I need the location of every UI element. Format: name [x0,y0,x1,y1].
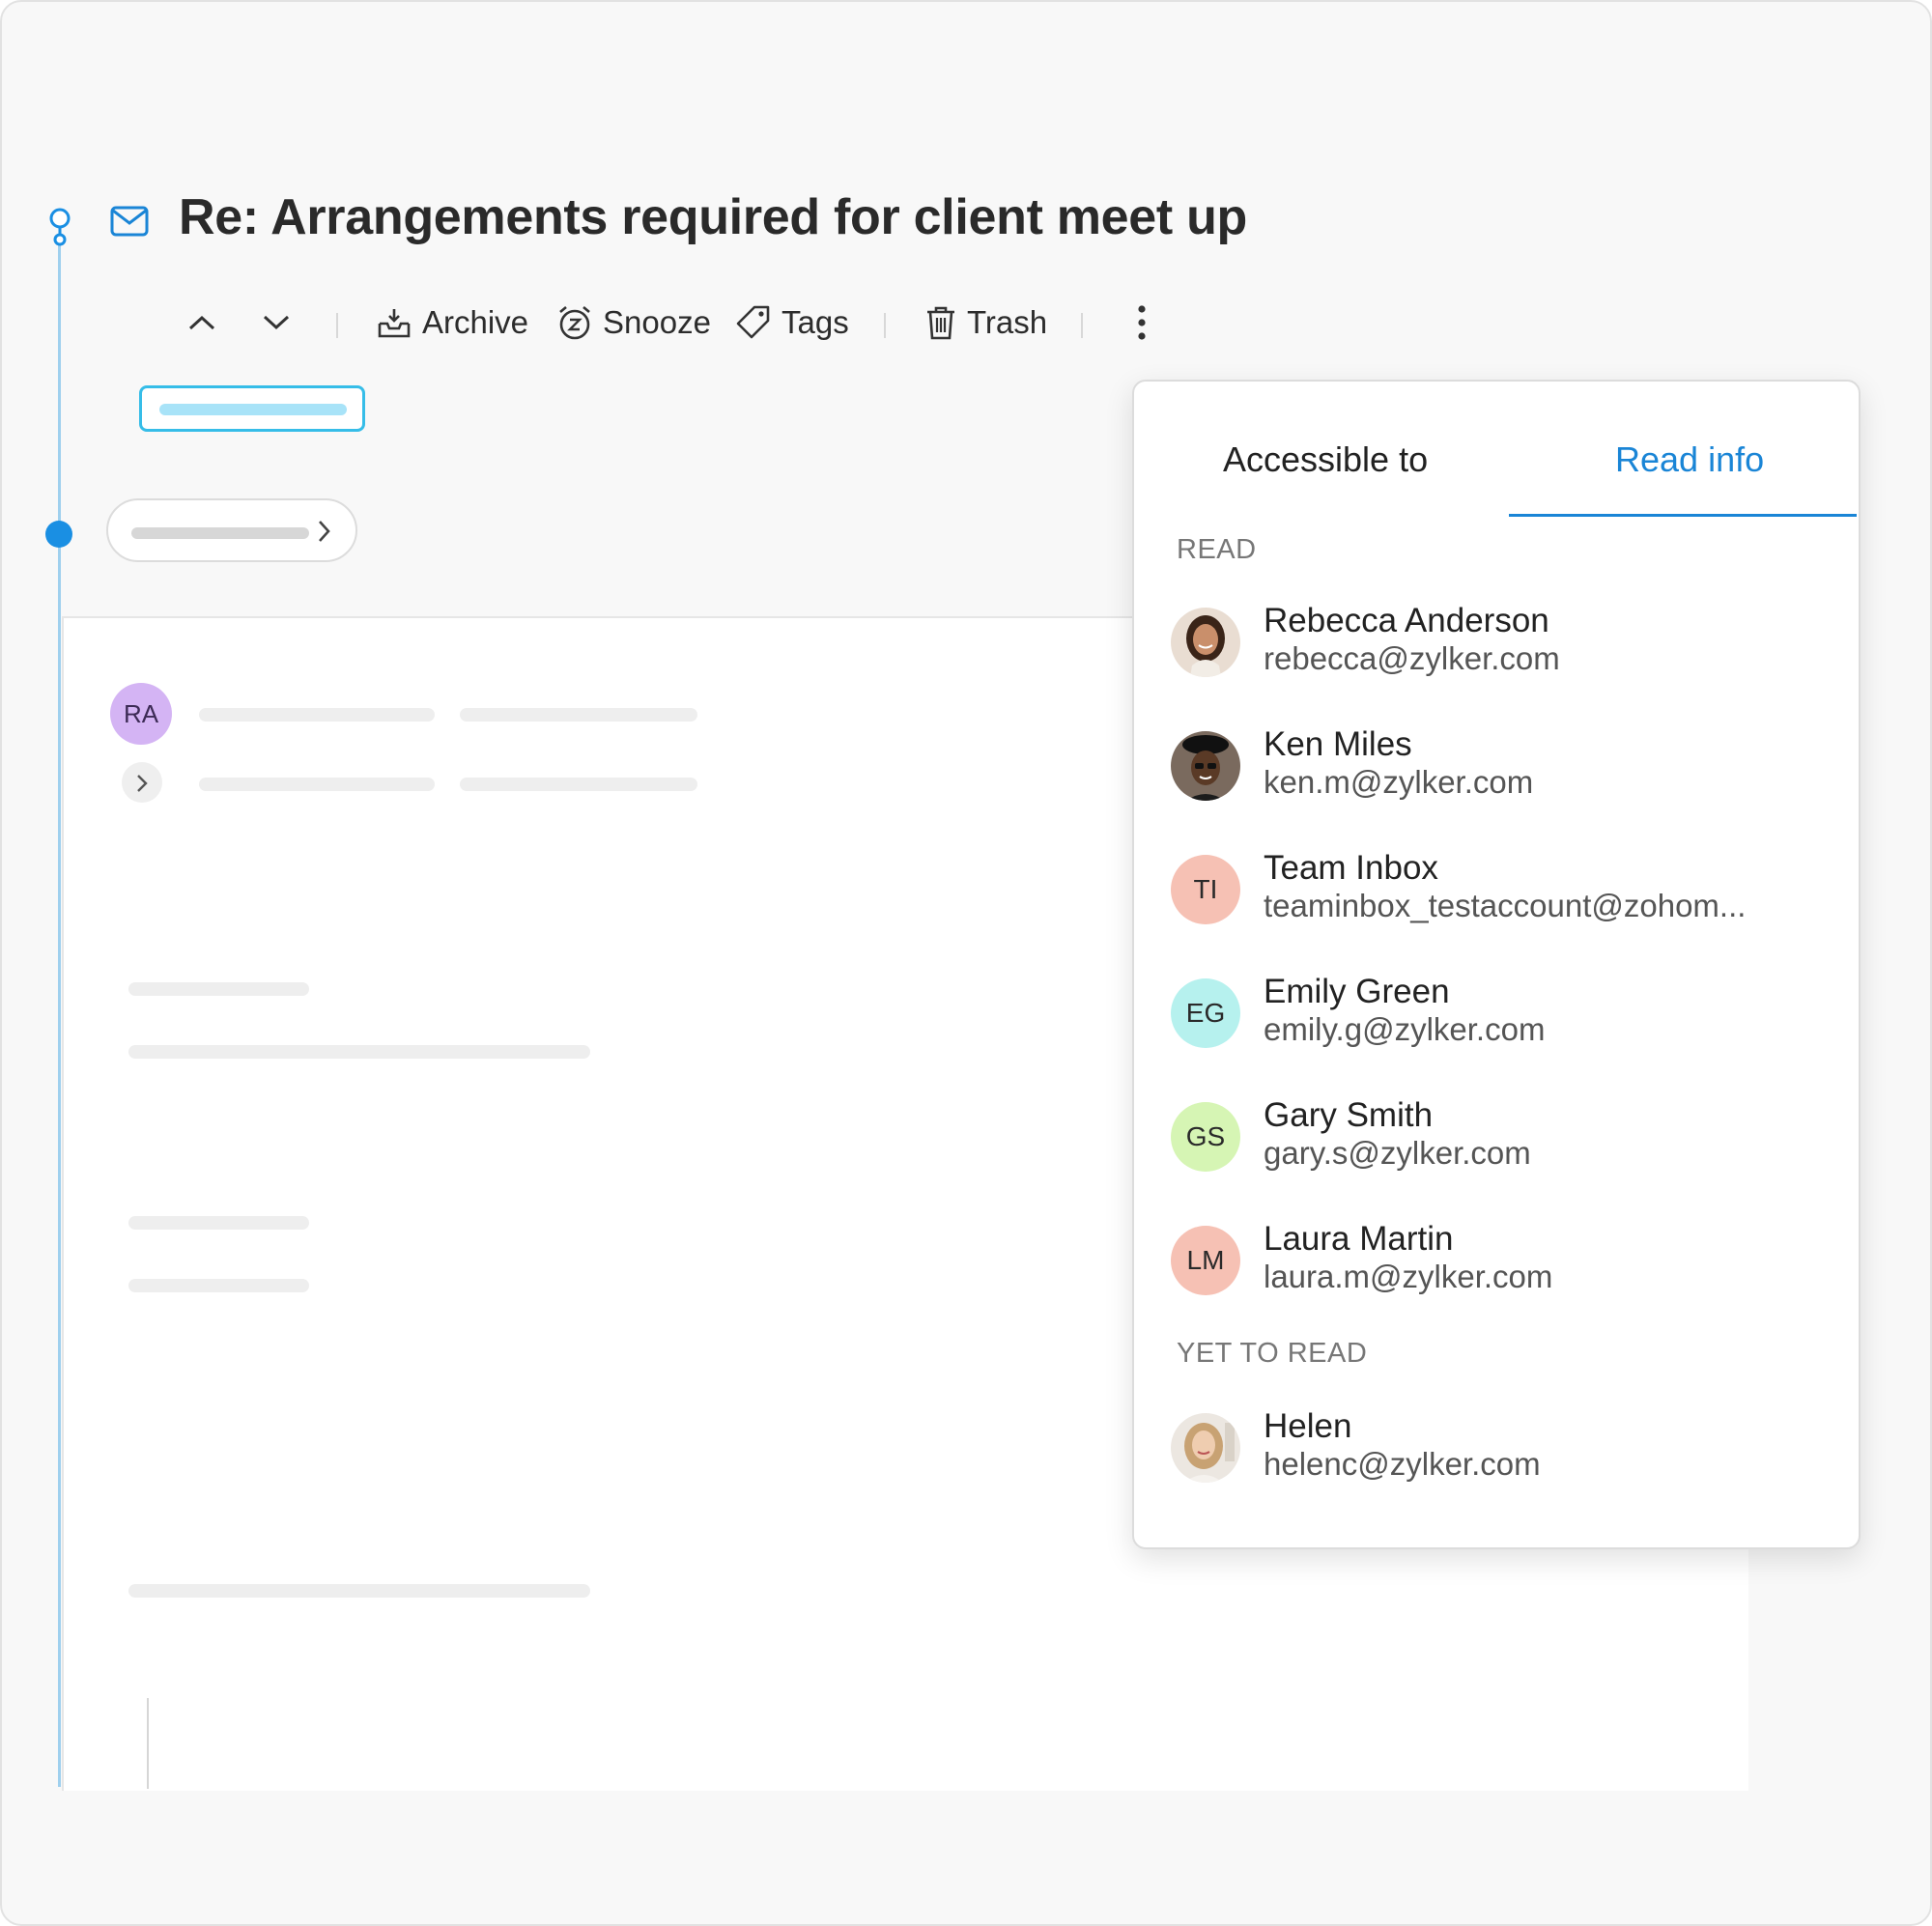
read-info-popover: Accessible to Read info READ Rebecca And… [1132,380,1861,1549]
yet-to-read-section-heading: YET TO READ [1177,1338,1368,1369]
skeleton-line [128,1279,309,1292]
reader-name: Gary Smith [1264,1096,1434,1134]
quoted-text-bar [147,1698,149,1789]
chevron-right-icon [319,521,330,542]
avatar [1171,731,1240,801]
active-tab-indicator [1509,514,1857,517]
avatar: LM [1171,1226,1240,1295]
skeleton-line [128,1584,590,1598]
reader-item[interactable]: Rebecca Anderson rebecca@zylker.com [1171,600,1847,687]
trash-button[interactable]: Trash [924,296,1047,350]
reader-item[interactable]: TI Team Inbox teaminbox_testaccount@zoho… [1171,847,1847,934]
tag-icon [736,305,770,339]
toolbar-divider [336,313,338,338]
trash-label: Trash [967,304,1048,340]
chevron-down-icon [263,315,290,330]
archive-icon [378,309,411,338]
avatar: TI [1171,855,1240,924]
chevron-up-icon [188,315,215,330]
skeleton-line [128,1216,309,1230]
trash-icon [927,306,954,340]
read-section-heading: READ [1177,534,1257,565]
tags-button[interactable]: Tags [735,296,849,350]
timeline-start-icon [49,208,71,246]
recipient-name: Helen [1264,1407,1352,1445]
snooze-label: Snooze [603,304,711,340]
reader-name: Rebecca Anderson [1264,602,1549,639]
reader-email: emily.g@zylker.com [1264,1011,1546,1047]
sender-avatar[interactable]: RA [110,683,172,745]
thread-timeline [58,241,61,1787]
mail-thread-view: Re: Arrangements required for client mee… [0,0,1932,1926]
previous-thread-button[interactable] [187,296,216,350]
reader-name: Team Inbox [1264,849,1438,887]
more-vertical-icon [1138,305,1146,340]
more-actions-button[interactable] [1136,296,1148,350]
toolbar-divider [884,313,886,338]
expand-details-button[interactable] [122,762,162,803]
archive-button[interactable]: Archive [376,296,528,350]
reader-name: Laura Martin [1264,1220,1454,1258]
unread-recipient-item[interactable]: Helen helenc@zylker.com [1171,1405,1847,1492]
archive-label: Archive [422,304,529,340]
reader-name: Emily Green [1264,973,1450,1010]
next-thread-button[interactable] [262,296,291,350]
avatar: GS [1171,1102,1240,1172]
reader-item[interactable]: Ken Miles ken.m@zylker.com [1171,723,1847,810]
snooze-button[interactable]: Snooze [556,296,711,350]
tab-read-info[interactable]: Read info [1615,439,1764,480]
avatar [1171,608,1240,677]
skeleton-line [128,982,309,996]
reader-email: gary.s@zylker.com [1264,1135,1531,1171]
mail-icon [110,206,149,237]
snooze-clock-icon [559,306,590,340]
skeleton-line [199,708,435,722]
skeleton-line [128,1045,590,1059]
chevron-right-icon [137,775,148,792]
tab-accessible-to[interactable]: Accessible to [1223,439,1428,480]
skeleton-line [460,708,697,722]
reader-email: ken.m@zylker.com [1264,764,1534,800]
conversation-pill-placeholder[interactable] [106,498,357,562]
timeline-message-dot [45,521,72,548]
reader-email: rebecca@zylker.com [1264,640,1560,676]
avatar: EG [1171,978,1240,1048]
reader-item[interactable]: EG Emily Green emily.g@zylker.com [1171,971,1847,1058]
reader-email: teaminbox_testaccount@zohom... [1264,888,1747,923]
label-chip-placeholder[interactable] [139,385,365,432]
reader-email: laura.m@zylker.com [1264,1259,1553,1294]
recipient-email: helenc@zylker.com [1264,1446,1541,1482]
toolbar-divider [1081,313,1083,338]
reader-item[interactable]: GS Gary Smith gary.s@zylker.com [1171,1094,1847,1181]
reader-name: Ken Miles [1264,725,1412,763]
thread-subject: Re: Arrangements required for client mee… [179,189,1247,245]
skeleton-line [460,778,697,791]
skeleton-line [199,778,435,791]
tags-label: Tags [781,304,849,340]
reader-item[interactable]: LM Laura Martin laura.m@zylker.com [1171,1218,1847,1305]
avatar [1171,1413,1240,1483]
